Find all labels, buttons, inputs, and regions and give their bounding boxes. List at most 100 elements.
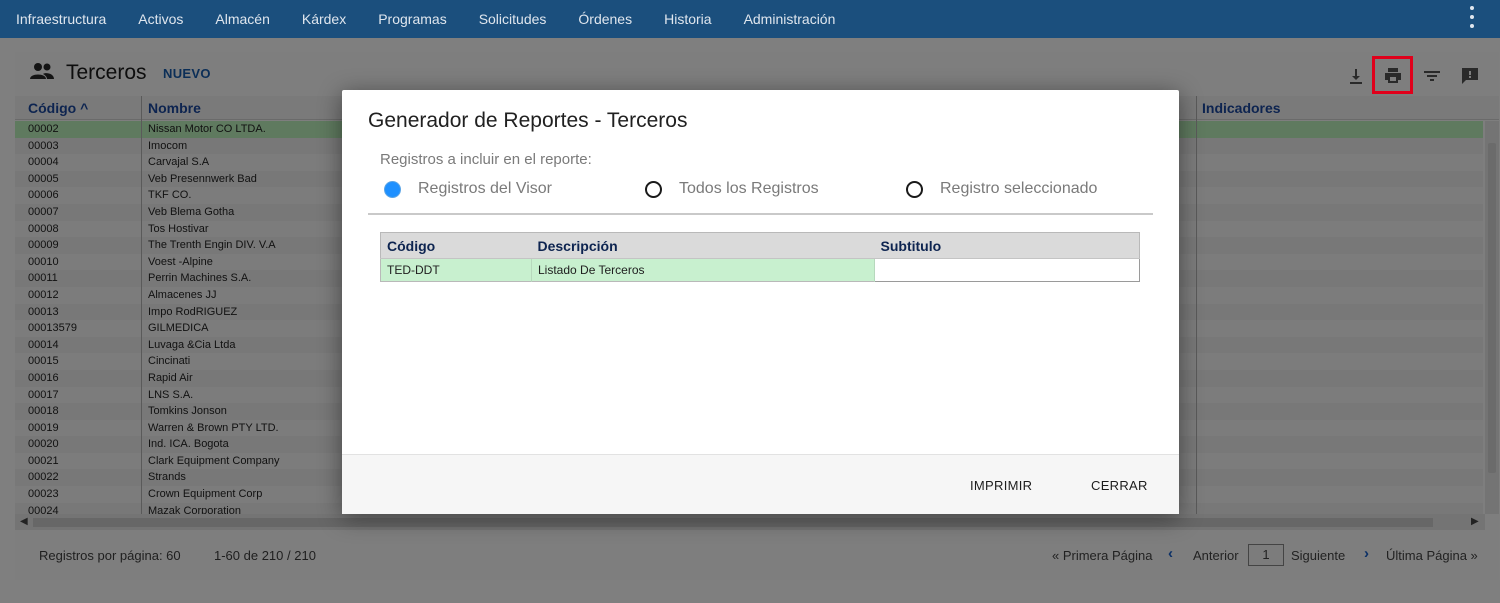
more-menu-icon[interactable] [1468, 6, 1476, 28]
print-button[interactable] [1372, 56, 1413, 94]
column-header-codigo[interactable]: Código ^ [28, 100, 88, 116]
nombre-cell: The Trenth Engin DIV. V.A [148, 239, 276, 252]
codigo-cell: 00024 [28, 504, 59, 514]
codigo-cell: 00008 [28, 222, 59, 235]
report-generator-dialog: Generador de Reportes - Terceros Registr… [342, 90, 1179, 514]
download-icon [1350, 69, 1362, 84]
nombre-cell: Carvajal S.A [148, 156, 210, 169]
report-row[interactable]: TED-DDT Listado De Terceros [380, 258, 1140, 282]
codigo-cell: 00023 [28, 488, 59, 501]
subtitle-cell[interactable] [874, 258, 1140, 282]
nombre-cell: Voest -Alpine [148, 255, 213, 268]
radio-checked-icon[interactable] [384, 180, 401, 198]
top-navigation: Infraestructura Activos Almacén Kárdex P… [0, 0, 1500, 38]
radio-label: Registros del Visor [418, 180, 552, 197]
nombre-cell: Veb Presennwerk Bad [148, 172, 257, 185]
report-col-descripcion: Descripción [531, 232, 875, 259]
nombre-cell: Ind. ICA. Bogota [148, 438, 229, 451]
radio-label: Todos los Registros [679, 180, 819, 197]
nombre-cell: Tomkins Jonson [148, 405, 227, 418]
nombre-cell: LNS S.A. [148, 388, 194, 401]
nombre-cell: Tos Hostivar [148, 222, 209, 235]
dialog-actions: IMPRIMIR CERRAR [342, 454, 1179, 514]
nav-item-almacen[interactable]: Almacén [215, 11, 269, 27]
vertical-scrollbar[interactable] [1485, 121, 1499, 514]
codigo-cell: 00020 [28, 438, 59, 451]
nav-item-kardex[interactable]: Kárdex [302, 11, 346, 27]
new-record-link[interactable]: NUEVO [163, 66, 211, 81]
records-per-page: Registros por página: 60 [39, 548, 181, 563]
codigo-cell: 00021 [28, 454, 59, 467]
print-report-button[interactable]: IMPRIMIR [970, 478, 1032, 493]
nav-item-infraestructura[interactable]: Infraestructura [16, 11, 106, 27]
report-col-codigo: Código [380, 232, 532, 259]
report-table: Código Descripción Subtitulo TED-DDT Lis… [380, 232, 1140, 282]
next-page-link[interactable]: Siguiente [1291, 548, 1345, 563]
nombre-cell: Impo RodRIGUEZ [148, 305, 238, 318]
scroll-left-icon[interactable]: ◀ [20, 516, 28, 527]
nav-item-solicitudes[interactable]: Solicitudes [479, 11, 547, 27]
codigo-cell: 00016 [28, 371, 59, 384]
feedback-button[interactable] [1456, 62, 1484, 90]
nombre-cell: Strands [148, 471, 186, 484]
records-range: 1-60 de 210 / 210 [214, 548, 316, 563]
feedback-icon [1462, 68, 1478, 84]
chevron-right-icon[interactable]: › [1364, 545, 1369, 562]
nombre-cell: Cincinati [148, 355, 191, 368]
nombre-cell: Almacenes JJ [148, 288, 217, 301]
radio-registro-seleccionado[interactable]: Registro seleccionado [906, 180, 1097, 198]
radio-todos-registros[interactable]: Todos los Registros [645, 180, 819, 198]
last-page-link[interactable]: Última Página » [1386, 548, 1478, 563]
radio-unchecked-icon[interactable] [906, 180, 923, 198]
codigo-cell: 00022 [28, 471, 59, 484]
nombre-cell: Perrin Machines S.A. [148, 272, 252, 285]
download-button[interactable] [1342, 62, 1370, 90]
report-description-cell[interactable]: Listado De Terceros [531, 258, 875, 282]
nav-item-ordenes[interactable]: Órdenes [578, 11, 632, 27]
codigo-cell: 00005 [28, 172, 59, 185]
codigo-cell: 00013 [28, 305, 59, 318]
dialog-title: Generador de Reportes - Terceros [368, 109, 688, 132]
pagination-footer: Registros por página: 60 1-60 de 210 / 2… [15, 530, 1499, 580]
radio-label: Registro seleccionado [940, 180, 1098, 197]
nav-item-programas[interactable]: Programas [378, 11, 446, 27]
nombre-cell: Clark Equipment Company [148, 454, 280, 467]
horizontal-scrollbar[interactable]: ◀ ▶ [15, 514, 1485, 530]
nombre-cell: Nissan Motor CO LTDA. [148, 123, 266, 135]
radio-unchecked-icon[interactable] [645, 180, 662, 198]
chevron-left-icon[interactable]: ‹ [1168, 545, 1173, 562]
divider [368, 213, 1153, 215]
column-header-indicadores[interactable]: Indicadores [1202, 100, 1281, 116]
nombre-cell: Veb Blema Gotha [148, 205, 235, 218]
codigo-cell: 00011 [28, 272, 58, 285]
scroll-right-icon[interactable]: ▶ [1471, 516, 1479, 527]
first-page-link[interactable]: « Primera Página [1052, 548, 1152, 563]
nav-item-administracion[interactable]: Administración [744, 11, 836, 27]
codigo-cell: 00019 [28, 421, 59, 434]
nombre-cell: TKF CO. [148, 189, 192, 202]
nombre-cell: Rapid Air [148, 371, 193, 384]
codigo-cell: 00012 [28, 288, 59, 301]
people-icon [30, 63, 54, 79]
codigo-cell: 00015 [28, 355, 59, 368]
nombre-cell: Crown Equipment Corp [148, 488, 263, 501]
print-icon [1384, 68, 1401, 83]
codigo-cell: 00010 [28, 255, 59, 268]
radio-registros-visor[interactable]: Registros del Visor [384, 180, 552, 198]
column-header-nombre[interactable]: Nombre [148, 100, 201, 116]
nombre-cell: Mazak Corporation [148, 504, 241, 514]
nav-item-activos[interactable]: Activos [138, 11, 183, 27]
page-number-input[interactable]: 1 [1248, 544, 1284, 566]
codigo-cell: 00007 [28, 205, 59, 218]
filter-button[interactable] [1418, 62, 1446, 90]
codigo-cell: 00018 [28, 405, 59, 418]
codigo-cell: 00003 [28, 139, 59, 152]
report-code-cell[interactable]: TED-DDT [380, 258, 532, 282]
nombre-cell: Imocom [148, 139, 188, 152]
close-dialog-button[interactable]: CERRAR [1091, 478, 1148, 493]
subtitle-input[interactable] [875, 259, 1139, 281]
page-title: Terceros [66, 61, 147, 84]
nav-item-historia[interactable]: Historia [664, 11, 711, 27]
codigo-cell: 00014 [28, 338, 59, 351]
previous-page-link[interactable]: Anterior [1193, 548, 1239, 563]
